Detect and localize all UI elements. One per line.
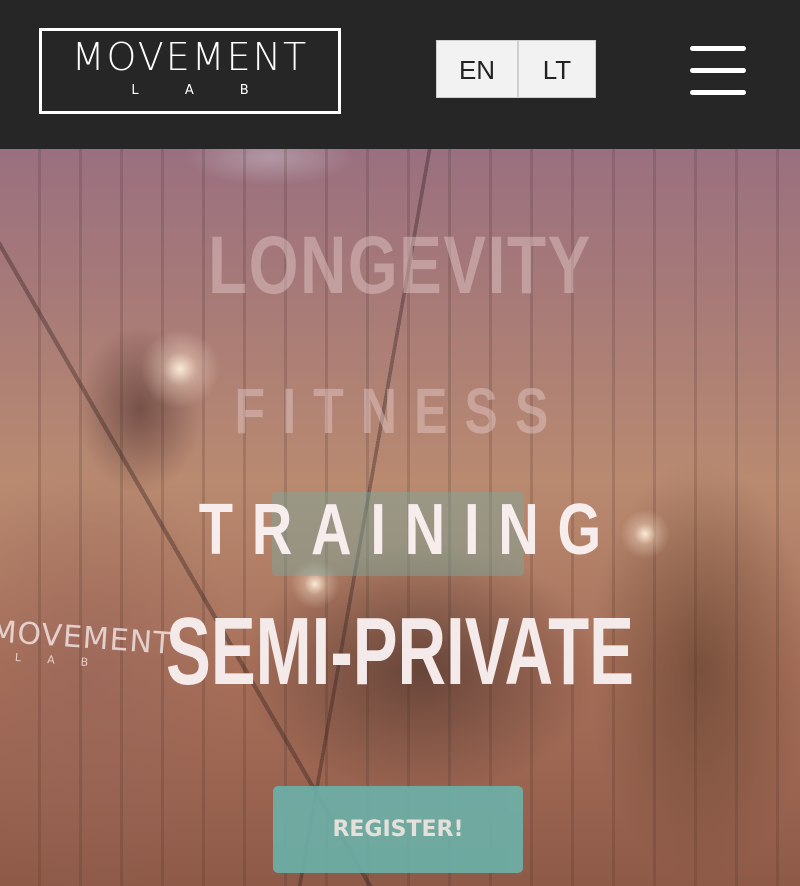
movement-lab-logo[interactable]: MOVEMENT LAB	[39, 28, 341, 114]
hero-ghost-subheading: FITNESS	[234, 375, 566, 447]
hero-title-line-2: SEMI-PRIVATE	[166, 598, 634, 705]
language-lt-button[interactable]: LT	[518, 40, 596, 98]
logo-wordmark: MOVEMENT	[71, 35, 309, 79]
hero-title-line-1: TRAINING	[198, 490, 620, 570]
language-en-button[interactable]: EN	[436, 40, 518, 98]
wall-logo: MOVEMENT LAB	[0, 614, 173, 672]
site-header: MOVEMENT LAB EN LT	[0, 0, 800, 149]
hero-section: MOVEMENT LAB LONGEVITY FITNESS TRAINING …	[0, 149, 800, 886]
register-button[interactable]: REGISTER!	[273, 786, 523, 873]
logo-subtitle: LAB	[131, 83, 295, 98]
hamburger-menu-icon[interactable]	[688, 44, 748, 98]
hero-ghost-heading: LONGEVITY	[208, 220, 592, 311]
